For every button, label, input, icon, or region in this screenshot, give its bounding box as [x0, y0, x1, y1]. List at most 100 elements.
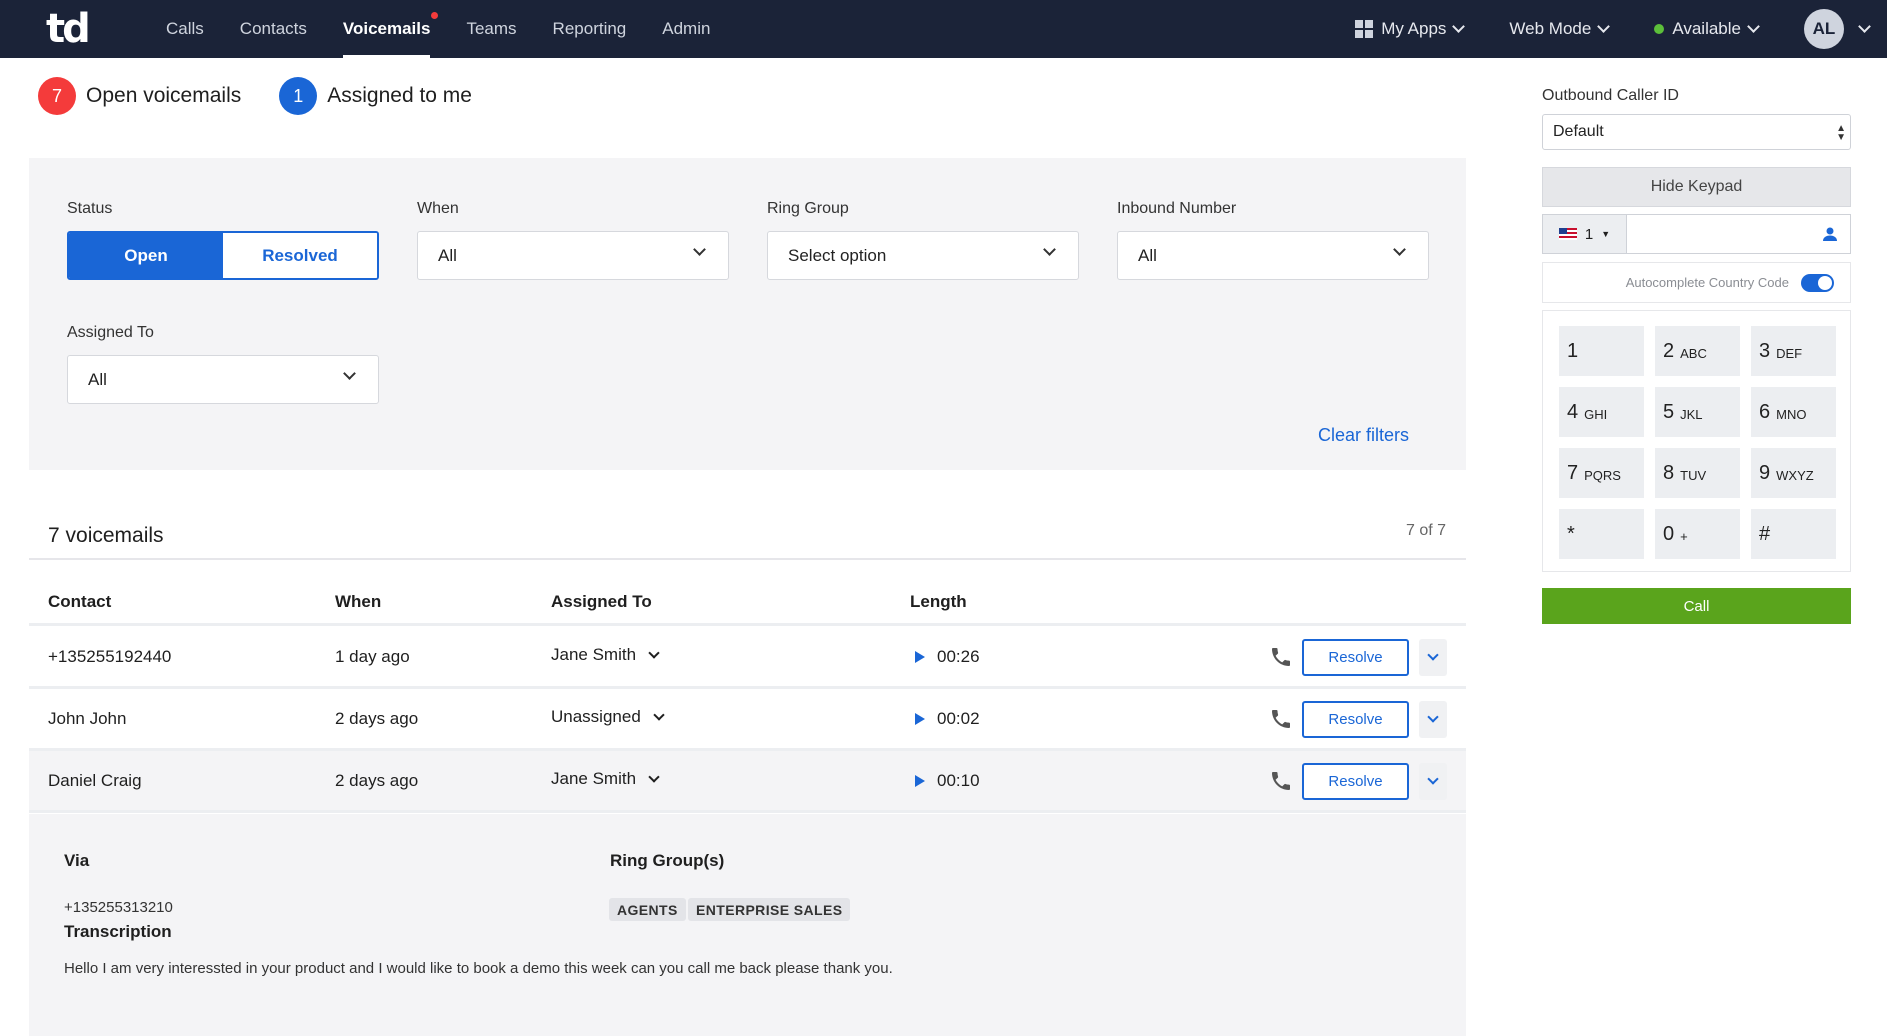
- voicemail-details: Via +135255313210 Ring Group(s) AGENTS E…: [29, 814, 1466, 1036]
- resolve-button[interactable]: Resolve: [1302, 639, 1409, 676]
- table-header: Contact When Assigned To Length: [29, 582, 1466, 626]
- hide-keypad-button[interactable]: Hide Keypad: [1542, 167, 1851, 207]
- assignee-dropdown[interactable]: Unassigned: [551, 707, 665, 727]
- chevron-down-icon: [1597, 20, 1611, 33]
- key-star[interactable]: *: [1559, 509, 1644, 559]
- chevron-down-icon: [693, 243, 706, 256]
- phone-input-row: 1 ▼: [1542, 214, 1851, 254]
- nav-reporting[interactable]: Reporting: [535, 0, 645, 58]
- when-cell: 2 days ago: [335, 709, 419, 728]
- country-code-select[interactable]: 1 ▼: [1543, 215, 1627, 253]
- key-0[interactable]: 0 +: [1655, 509, 1740, 559]
- autocomplete-toggle[interactable]: [1801, 273, 1834, 292]
- chevron-down-icon: [1452, 20, 1466, 33]
- chevron-down-icon: [1427, 711, 1439, 723]
- clear-filters-link[interactable]: Clear filters: [1318, 425, 1409, 446]
- assigned-to-value: All: [88, 369, 107, 389]
- table-row[interactable]: John John 2 days ago Unassigned 00:02 Re…: [29, 689, 1466, 751]
- assigned-to-label: Assigned To: [67, 324, 154, 341]
- column-assigned-to[interactable]: Assigned To: [551, 592, 652, 612]
- assignee-dropdown[interactable]: Jane Smith: [551, 769, 660, 789]
- ring-groups-label: Ring Group(s): [610, 851, 725, 870]
- nav-admin[interactable]: Admin: [644, 0, 728, 58]
- voicemail-count-title: 7 voicemails: [48, 524, 164, 547]
- resolve-button[interactable]: Resolve: [1302, 701, 1409, 738]
- column-length[interactable]: Length: [910, 592, 967, 612]
- key-digit: 6: [1759, 400, 1771, 423]
- nav-teams[interactable]: Teams: [448, 0, 534, 58]
- key-8[interactable]: 8 TUV: [1655, 448, 1740, 498]
- chevron-down-icon: [1427, 773, 1439, 785]
- call-button[interactable]: Call: [1542, 588, 1851, 624]
- key-6[interactable]: 6 MNO: [1751, 387, 1836, 437]
- user-menu[interactable]: AL: [1804, 9, 1871, 49]
- nav-contacts[interactable]: Contacts: [222, 0, 325, 58]
- column-contact[interactable]: Contact: [48, 592, 111, 612]
- key-9[interactable]: 9 WXYZ: [1751, 448, 1836, 498]
- phone-icon[interactable]: [1269, 707, 1293, 731]
- when-cell: 2 days ago: [335, 771, 419, 790]
- keypad: 1 2 ABC 3 DEF 4 GHI 5 JKL 6 MNO 7 PQRS 8 TUV 9W…: [1542, 310, 1851, 572]
- key-2[interactable]: 2 ABC: [1655, 326, 1740, 376]
- key-digit: 0: [1663, 522, 1675, 545]
- key-7[interactable]: 7 PQRS: [1559, 448, 1644, 498]
- length-value: 00:10: [937, 771, 980, 790]
- availability-menu[interactable]: Available: [1654, 19, 1760, 39]
- when-select[interactable]: All: [417, 231, 729, 280]
- caller-id-select[interactable]: Default ▲ ▼: [1542, 114, 1851, 150]
- key-5[interactable]: 5 JKL: [1655, 387, 1740, 437]
- via-label: Via: [64, 851, 90, 870]
- status-open-button[interactable]: Open: [69, 233, 223, 278]
- table-row[interactable]: +135255192440 1 day ago Jane Smith 00:26…: [29, 627, 1466, 689]
- phone-icon[interactable]: [1269, 645, 1293, 669]
- expand-row-button[interactable]: [1419, 639, 1447, 676]
- key-letters: JKL: [1680, 406, 1703, 422]
- status-label: Status: [67, 200, 113, 217]
- key-letters: ABC: [1680, 345, 1707, 361]
- phone-number-input[interactable]: [1627, 215, 1850, 253]
- key-1[interactable]: 1: [1559, 326, 1644, 376]
- contact-cell: John John: [48, 709, 127, 728]
- my-apps-menu[interactable]: My Apps: [1355, 19, 1466, 39]
- key-digit: 4: [1567, 400, 1579, 423]
- status-toggle: Open Resolved: [67, 231, 379, 280]
- nav-calls[interactable]: Calls: [148, 0, 222, 58]
- chevron-down-icon: [343, 367, 356, 380]
- inbound-number-select[interactable]: All: [1117, 231, 1429, 280]
- nav-voicemails[interactable]: Voicemails: [325, 0, 449, 58]
- play-voicemail[interactable]: 00:10: [915, 771, 980, 791]
- phone-icon[interactable]: [1269, 769, 1293, 793]
- key-digit: 7: [1567, 461, 1579, 484]
- assigned-to-select[interactable]: All: [67, 355, 379, 404]
- play-icon: [915, 775, 925, 787]
- open-voicemails-label: Open voicemails: [86, 84, 242, 107]
- web-mode-menu[interactable]: Web Mode: [1509, 19, 1611, 39]
- key-4[interactable]: 4 GHI: [1559, 387, 1644, 437]
- table-row-expanded[interactable]: Daniel Craig 2 days ago Jane Smith 00:10…: [29, 751, 1466, 813]
- chevron-down-icon: [1427, 649, 1439, 661]
- key-hash[interactable]: #: [1751, 509, 1836, 559]
- chevron-down-icon: [1747, 20, 1760, 33]
- when-label: When: [417, 200, 459, 217]
- assignee-value: Jane Smith: [551, 769, 637, 788]
- resolve-button[interactable]: Resolve: [1302, 763, 1409, 800]
- key-3[interactable]: 3 DEF: [1751, 326, 1836, 376]
- assigned-to-me-tab[interactable]: 1 Assigned to me: [279, 77, 472, 115]
- ring-group-select[interactable]: Select option: [767, 231, 1079, 280]
- contact-person-icon[interactable]: [1822, 226, 1838, 242]
- expand-row-button[interactable]: [1419, 701, 1447, 738]
- caller-id-value: Default: [1553, 123, 1604, 140]
- assignee-dropdown[interactable]: Jane Smith: [551, 645, 660, 665]
- key-digit: 2: [1663, 339, 1675, 362]
- logo[interactable]: td: [46, 6, 91, 52]
- play-voicemail[interactable]: 00:02: [915, 709, 980, 729]
- key-digit: 5: [1663, 400, 1675, 423]
- chevron-down-icon: [653, 708, 665, 721]
- status-resolved-button[interactable]: Resolved: [223, 233, 377, 278]
- play-voicemail[interactable]: 00:26: [915, 647, 980, 667]
- chevron-down-icon: [648, 770, 660, 783]
- ring-group-label: Ring Group: [767, 200, 849, 217]
- column-when[interactable]: When: [335, 592, 381, 612]
- open-voicemails-tab[interactable]: 7 Open voicemails: [38, 77, 241, 115]
- collapse-row-button[interactable]: [1419, 763, 1447, 800]
